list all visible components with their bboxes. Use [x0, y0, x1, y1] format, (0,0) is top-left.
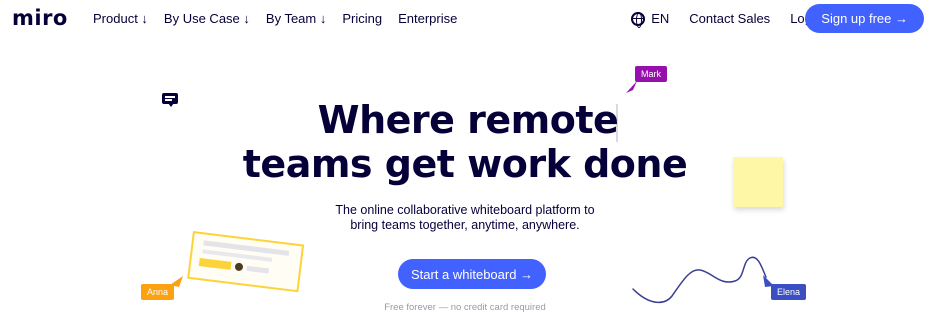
text-cursor	[616, 104, 618, 142]
mark-cursor-icon	[626, 81, 637, 93]
collaborator-tag-anna: Anna	[141, 284, 175, 300]
collaborator-tag-mark: Mark	[635, 66, 667, 82]
hero-subtitle-line-2: bring teams together, anytime, anywhere.	[350, 218, 580, 232]
scribble-line	[632, 256, 767, 303]
hero-subtitle: The online collaborative whiteboard plat…	[0, 203, 930, 233]
free-forever-note: Free forever — no credit card required	[384, 302, 546, 313]
landing-page: miro Product ↓ By Use Case ↓ By Team ↓ P…	[0, 0, 930, 318]
hero-subtitle-line-1: The online collaborative whiteboard plat…	[335, 203, 595, 217]
hero-title: Where remote teams get work done	[0, 98, 930, 186]
hero-title-line-2: teams get work done	[242, 142, 688, 186]
collaborator-tag-elena: Elena	[771, 284, 807, 300]
start-whiteboard-button[interactable]: Start a whiteboard →	[398, 259, 546, 289]
avatar	[234, 262, 244, 272]
hero-title-line-1: Where remote	[317, 98, 619, 142]
